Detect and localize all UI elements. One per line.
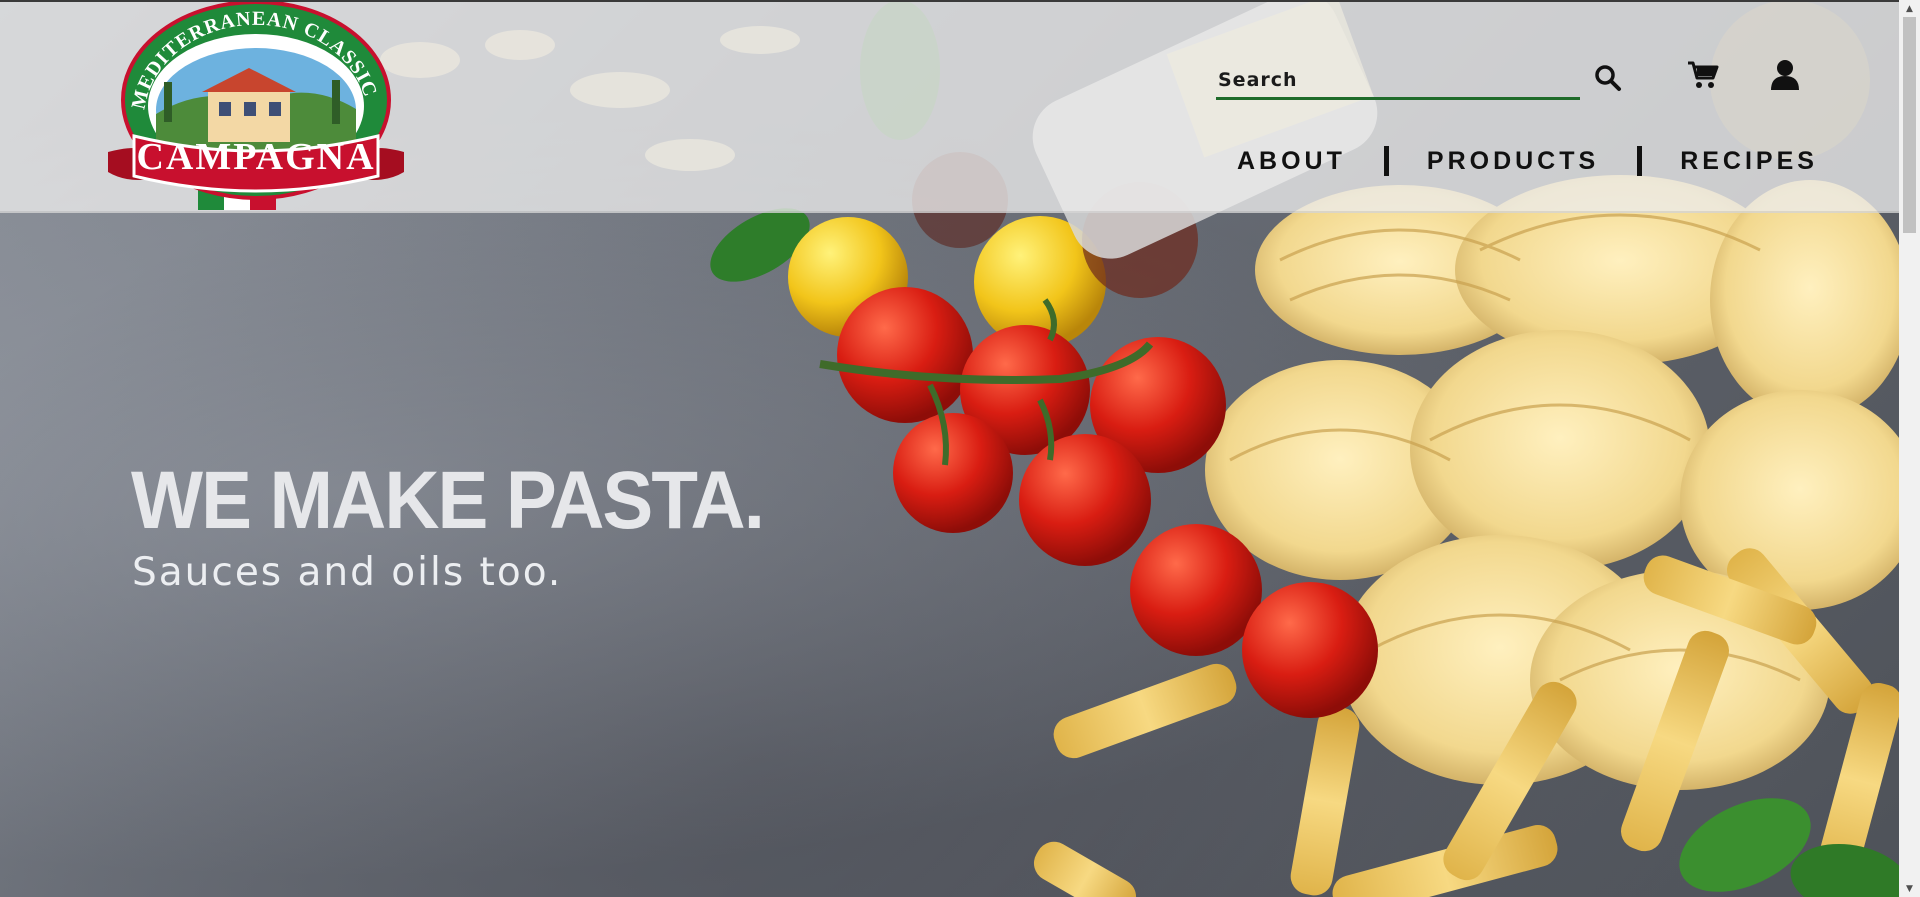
hero-title: WE MAKE PASTA. [131,455,765,546]
search-button[interactable] [1588,58,1628,98]
nav-products[interactable]: PRODUCTS [1427,147,1599,176]
scroll-up-arrow-icon[interactable]: ▲ [1899,0,1920,17]
nav-separator [1637,146,1643,176]
nav-about[interactable]: ABOUT [1237,147,1346,176]
account-button[interactable] [1765,55,1805,95]
main-nav: ABOUT PRODUCTS RECIPES [1237,143,1818,179]
page: MEDITERRANEAN CLASSICS CAMPAGNA [0,0,1920,897]
logo-banner-text: CAMPAGNA [136,136,375,178]
search-icon [1595,65,1621,91]
nav-separator [1383,146,1389,176]
header-divider [0,211,1899,213]
search-input[interactable] [1216,62,1580,100]
scrollbar-thumb[interactable] [1903,17,1916,233]
campagna-logo-icon: MEDITERRANEAN CLASSICS CAMPAGNA [98,0,404,210]
scroll-down-arrow-icon[interactable]: ▼ [1899,880,1920,897]
hero-subtitle: Sauces and oils too. [132,550,563,595]
cart-button[interactable] [1683,55,1723,95]
user-icon [1771,60,1799,90]
brand-logo[interactable]: MEDITERRANEAN CLASSICS CAMPAGNA [98,0,408,210]
cart-icon [1688,61,1719,88]
nav-recipes[interactable]: RECIPES [1680,147,1818,176]
